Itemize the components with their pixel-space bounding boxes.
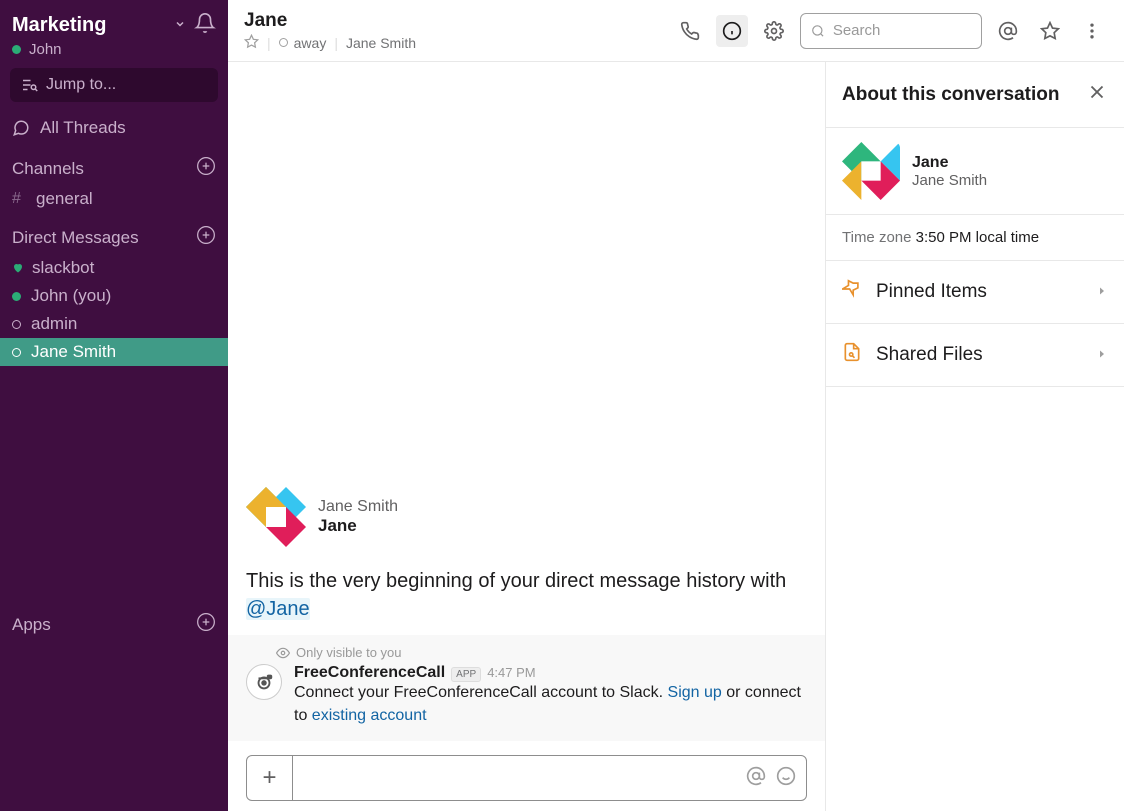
panel-display-name: Jane bbox=[912, 154, 987, 172]
shared-label: Shared Files bbox=[876, 344, 983, 366]
mention[interactable]: @Jane bbox=[246, 598, 310, 620]
channel-name: general bbox=[36, 189, 93, 209]
jump-to-input[interactable]: Jump to... bbox=[10, 68, 218, 102]
direct-messages-header[interactable]: Direct Messages bbox=[0, 213, 228, 254]
intro-display-name: Jane bbox=[318, 516, 398, 536]
conversation-intro: Jane Smith Jane This is the very beginni… bbox=[228, 487, 825, 635]
intro-full-name: Jane Smith bbox=[318, 498, 398, 516]
current-user[interactable]: John bbox=[0, 39, 228, 68]
sender-name[interactable]: FreeConferenceCall bbox=[294, 664, 445, 682]
chevron-right-icon bbox=[1096, 281, 1108, 303]
more-icon[interactable] bbox=[1076, 15, 1108, 47]
add-app-icon[interactable] bbox=[196, 612, 216, 637]
sidebar: Marketing John Jump to... All Threads Ch… bbox=[0, 0, 228, 811]
dm-admin[interactable]: admin bbox=[0, 310, 228, 338]
chevron-right-icon bbox=[1096, 344, 1108, 366]
app-badge: APP bbox=[451, 667, 481, 682]
system-message: Only visible to you FreeConferenceCall A… bbox=[228, 635, 825, 741]
hash-icon: # bbox=[12, 190, 30, 208]
channels-label: Channels bbox=[12, 159, 84, 179]
main: Jane | away | Jane Smith bbox=[228, 0, 1124, 811]
details-panel: About this conversation Jane Jane Smith … bbox=[826, 62, 1124, 811]
dm-john[interactable]: John (you) bbox=[0, 282, 228, 310]
pinned-label: Pinned Items bbox=[876, 281, 987, 303]
dm-label: Direct Messages bbox=[12, 228, 139, 248]
all-threads-label: All Threads bbox=[40, 118, 126, 138]
dm-name: slackbot bbox=[32, 258, 94, 278]
dm-slackbot[interactable]: slackbot bbox=[0, 254, 228, 282]
star-icon[interactable] bbox=[244, 34, 259, 52]
mentions-icon[interactable] bbox=[992, 15, 1024, 47]
dm-name: John (you) bbox=[31, 286, 111, 306]
panel-profile[interactable]: Jane Jane Smith bbox=[826, 128, 1124, 215]
call-icon[interactable] bbox=[674, 15, 706, 47]
message-time: 4:47 PM bbox=[487, 665, 535, 680]
info-icon[interactable] bbox=[716, 15, 748, 47]
tz-value: 3:50 PM local time bbox=[916, 229, 1039, 246]
add-channel-icon[interactable] bbox=[196, 156, 216, 181]
star-icon[interactable] bbox=[1034, 15, 1066, 47]
current-user-name: John bbox=[29, 41, 62, 58]
channels-header[interactable]: Channels bbox=[0, 144, 228, 185]
search-field[interactable] bbox=[833, 22, 971, 39]
tz-label: Time zone bbox=[842, 229, 911, 246]
pinned-items-row[interactable]: Pinned Items bbox=[826, 261, 1124, 324]
apps-label: Apps bbox=[12, 615, 51, 635]
conversation-title[interactable]: Jane bbox=[244, 10, 416, 32]
message-input[interactable] bbox=[293, 756, 746, 800]
avatar bbox=[842, 142, 900, 200]
bell-icon[interactable] bbox=[194, 12, 216, 39]
avatar bbox=[246, 487, 306, 547]
attach-icon[interactable]: + bbox=[247, 756, 293, 800]
message-text: Connect your FreeConferenceCall account … bbox=[294, 682, 807, 727]
dm-name: Jane Smith bbox=[31, 342, 116, 362]
topbar: Jane | away | Jane Smith bbox=[228, 0, 1124, 62]
emoji-icon[interactable] bbox=[776, 766, 796, 791]
add-dm-icon[interactable] bbox=[196, 225, 216, 250]
panel-full-name: Jane Smith bbox=[912, 172, 987, 189]
search-input[interactable] bbox=[800, 13, 982, 49]
signup-link[interactable]: Sign up bbox=[668, 684, 722, 701]
mentions-icon[interactable] bbox=[746, 766, 766, 791]
existing-account-link[interactable]: existing account bbox=[312, 707, 427, 724]
jump-to-label: Jump to... bbox=[46, 76, 116, 94]
visibility-label: Only visible to you bbox=[296, 645, 402, 660]
status-text: away bbox=[294, 35, 327, 51]
panel-timezone: Time zone 3:50 PM local time bbox=[826, 215, 1124, 261]
all-threads[interactable]: All Threads bbox=[0, 112, 228, 144]
presence-online-icon bbox=[12, 45, 21, 54]
full-name: Jane Smith bbox=[346, 35, 416, 51]
gear-icon[interactable] bbox=[758, 15, 790, 47]
dm-name: admin bbox=[31, 314, 77, 334]
panel-title: About this conversation bbox=[842, 84, 1059, 106]
message-composer[interactable]: + bbox=[246, 755, 807, 801]
presence-away-icon bbox=[12, 320, 21, 329]
search-icon bbox=[811, 23, 825, 39]
chevron-down-icon[interactable] bbox=[174, 17, 186, 35]
intro-text: This is the very beginning of your direc… bbox=[246, 567, 807, 623]
file-icon bbox=[842, 342, 862, 368]
eye-icon bbox=[276, 646, 290, 660]
app-avatar bbox=[246, 664, 282, 700]
presence-online-icon bbox=[12, 292, 21, 301]
chat-pane: Jane Smith Jane This is the very beginni… bbox=[228, 62, 826, 811]
close-icon[interactable] bbox=[1086, 81, 1108, 108]
presence-away-icon bbox=[12, 348, 21, 357]
presence-away-icon bbox=[279, 38, 288, 47]
workspace-name[interactable]: Marketing bbox=[12, 14, 168, 37]
dm-jane-smith[interactable]: Jane Smith bbox=[0, 338, 228, 366]
channel-general[interactable]: # general bbox=[0, 185, 228, 213]
pin-icon bbox=[842, 279, 862, 305]
shared-files-row[interactable]: Shared Files bbox=[826, 324, 1124, 387]
apps-header[interactable]: Apps bbox=[0, 600, 228, 641]
